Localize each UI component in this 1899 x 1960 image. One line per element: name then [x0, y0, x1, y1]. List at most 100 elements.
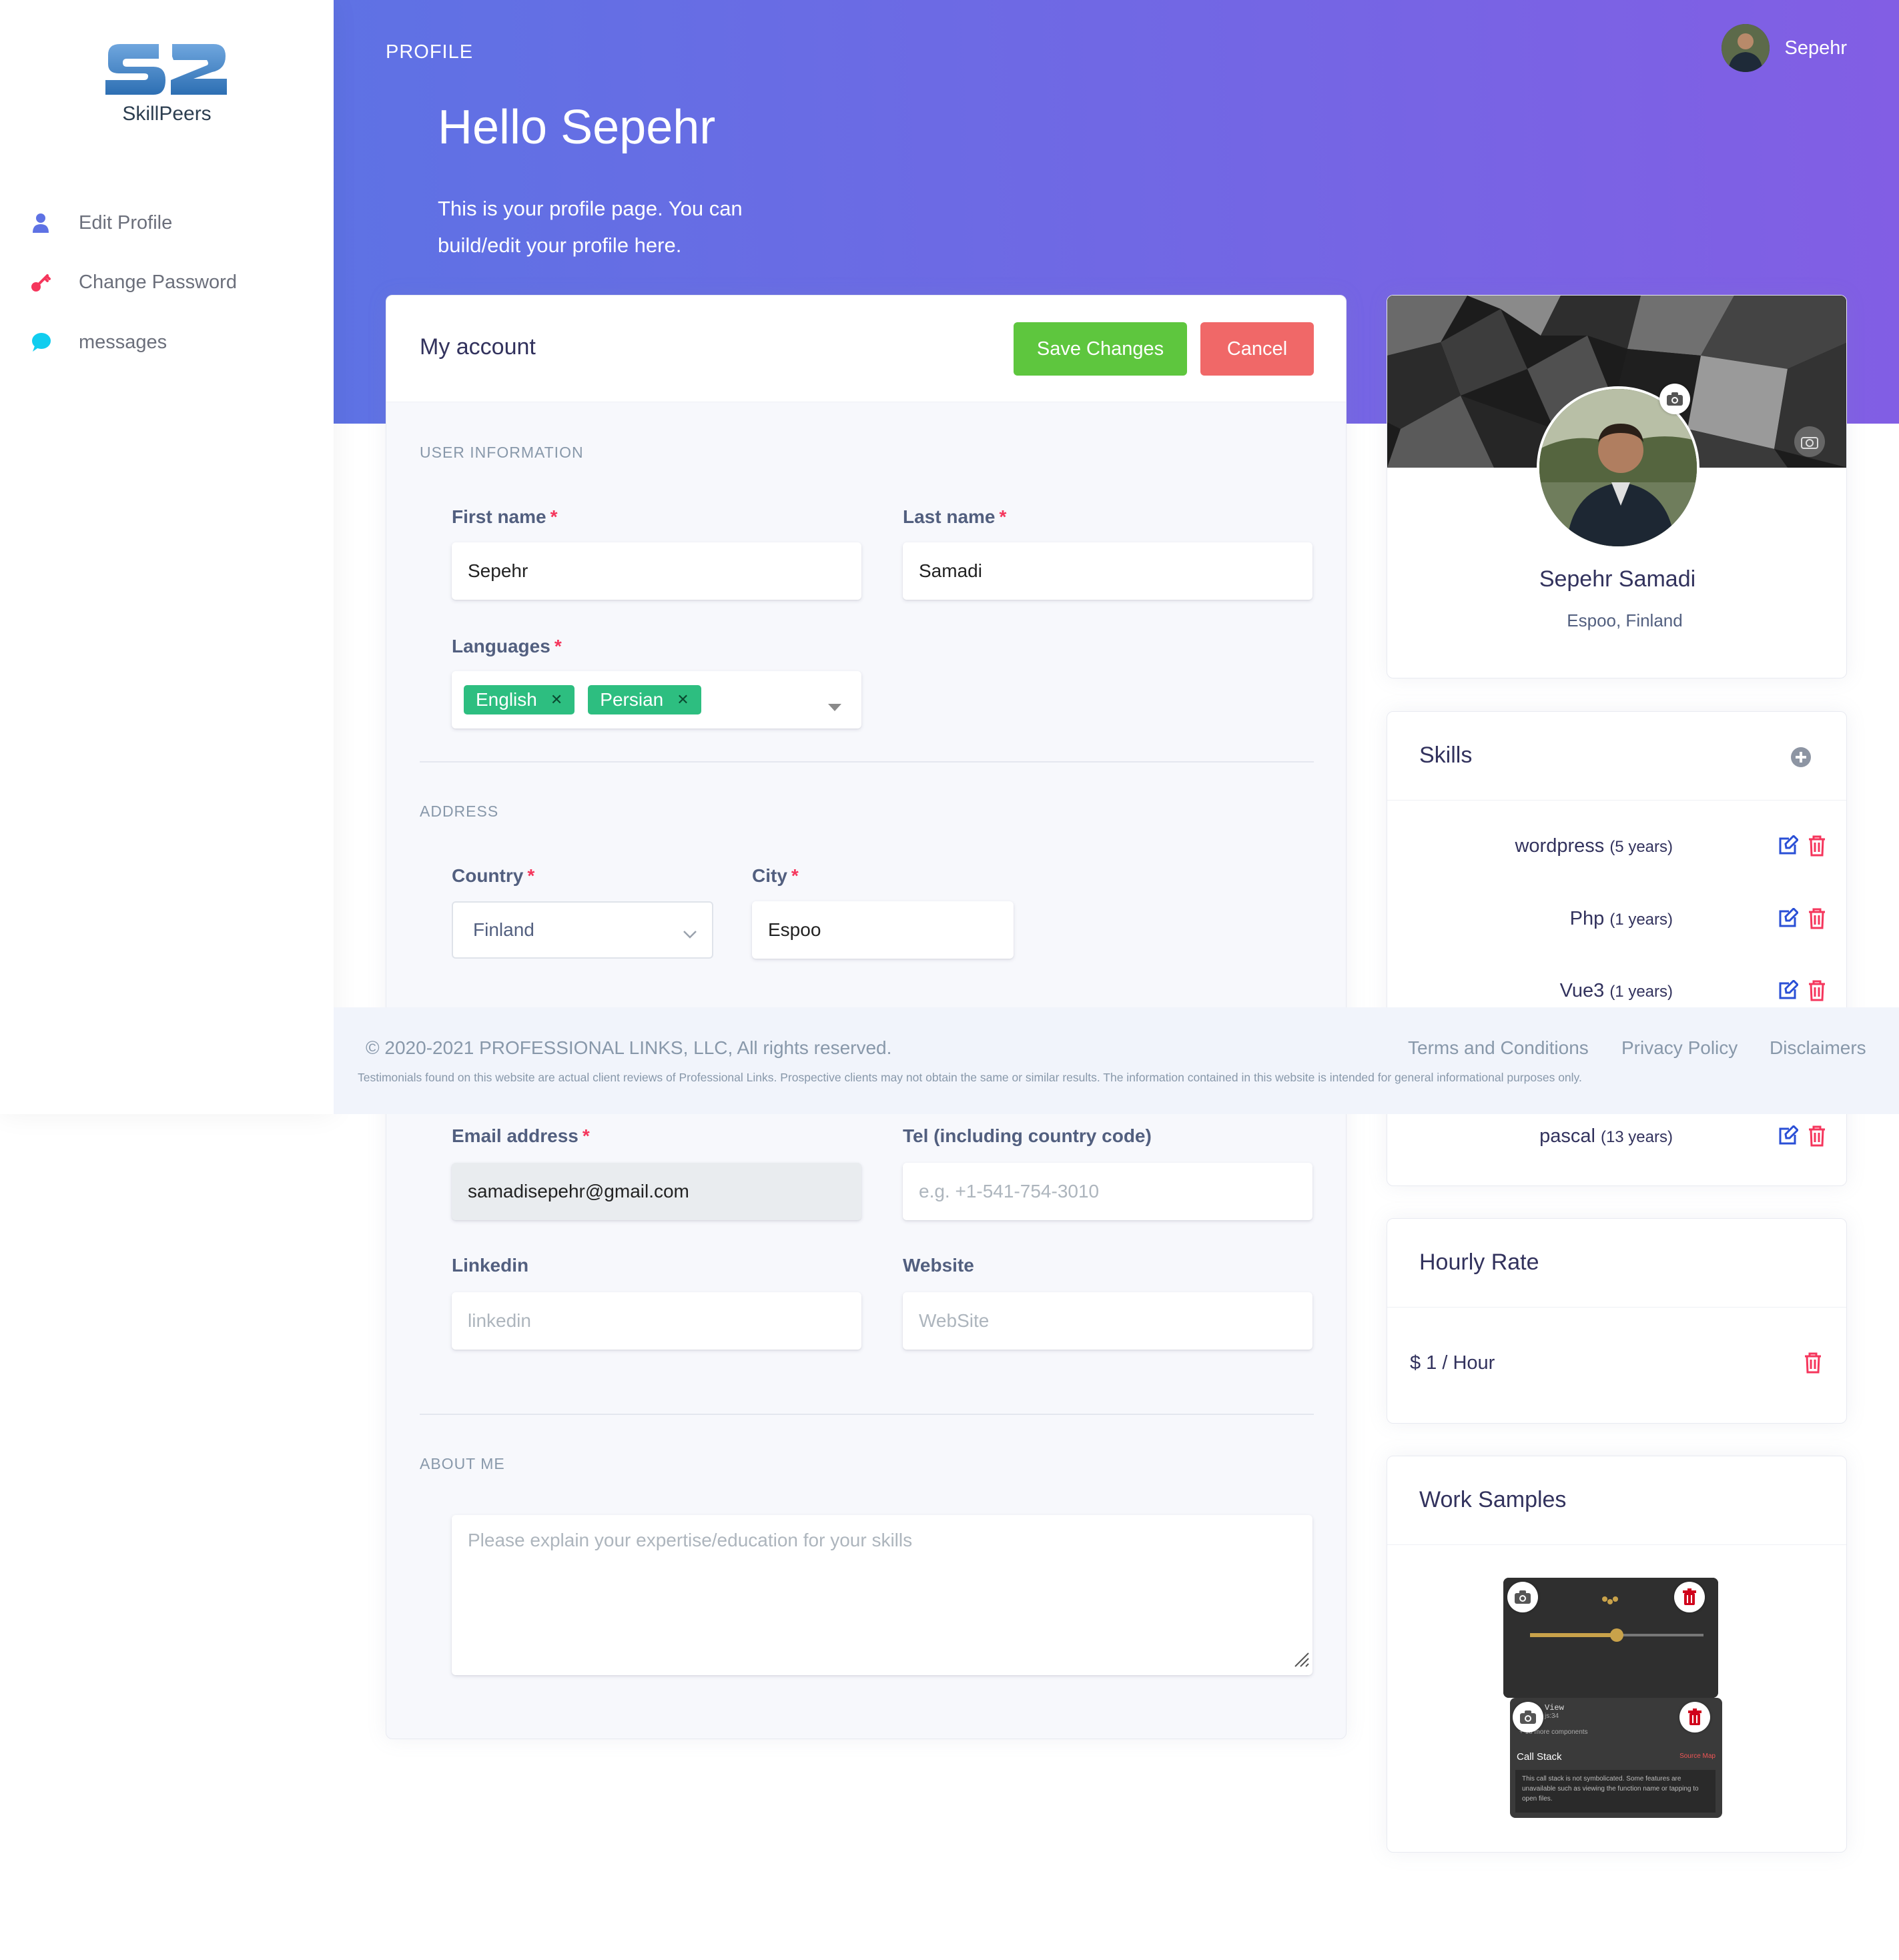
- skill-name: pascal (13 years): [1539, 1125, 1673, 1147]
- trash-icon[interactable]: [1679, 1702, 1710, 1733]
- remove-tag-icon[interactable]: ✕: [550, 691, 562, 708]
- edit-icon[interactable]: [1777, 834, 1800, 860]
- tel-field[interactable]: e.g. +1-541-754-3010: [903, 1163, 1312, 1220]
- city-label: City *: [752, 865, 799, 886]
- terms-link[interactable]: Terms and Conditions: [1408, 1037, 1589, 1059]
- first-name-field[interactable]: Sepehr: [452, 542, 861, 600]
- skill-row: pascal (13 years): [1387, 1119, 1846, 1159]
- linkedin-field[interactable]: linkedin: [452, 1292, 861, 1350]
- card-title: Work Samples: [1419, 1487, 1567, 1512]
- divider: [420, 1414, 1314, 1415]
- section-title-user-information: USER INFORMATION: [420, 444, 584, 461]
- camera-icon[interactable]: [1507, 1582, 1538, 1612]
- sidebar-item-edit-profile[interactable]: Edit Profile: [29, 203, 172, 243]
- card-header: Hourly Rate: [1387, 1219, 1846, 1308]
- key-icon: [29, 271, 52, 294]
- trash-icon[interactable]: [1808, 1125, 1826, 1150]
- sidebar-item-messages[interactable]: messages: [29, 322, 167, 362]
- card-header: Work Samples: [1387, 1456, 1846, 1545]
- hourly-rate-value: $ 1 / Hour: [1410, 1352, 1495, 1374]
- card-header: Skills: [1387, 712, 1846, 801]
- logo-text: SkillPeers: [122, 103, 211, 125]
- skills-card: Skills wordpress (5 years) Php (1 years)…: [1387, 711, 1847, 1186]
- country-select[interactable]: Finland: [452, 901, 713, 959]
- tel-label: Tel (including country code): [903, 1125, 1152, 1146]
- sidebar-item-label: messages: [79, 331, 167, 353]
- sidebar-item-label: Edit Profile: [79, 211, 173, 233]
- trash-icon[interactable]: [1808, 980, 1826, 1005]
- skill-row: Php (1 years): [1387, 901, 1846, 941]
- trash-icon[interactable]: [1808, 908, 1826, 933]
- email-label: Email address *: [452, 1125, 590, 1146]
- sample-text: Source Map: [1679, 1753, 1716, 1760]
- greeting-title: Hello Sepehr: [438, 101, 716, 154]
- footer: © 2020-2021 PROFESSIONAL LINKS, LLC, All…: [334, 1007, 1899, 1114]
- profile-name: Sepehr Samadi: [1539, 566, 1696, 592]
- sidebar-item-label: Change Password: [79, 271, 237, 293]
- card-title: My account: [420, 334, 536, 360]
- user-menu[interactable]: Sepehr: [1722, 24, 1847, 72]
- skill-name: Php (1 years): [1569, 908, 1673, 929]
- copyright-text: © 2020-2021 PROFESSIONAL LINKS, LLC, All…: [366, 1037, 892, 1058]
- section-title-about-me: ABOUT ME: [420, 1455, 505, 1472]
- website-field[interactable]: WebSite: [903, 1292, 1312, 1350]
- camera-icon[interactable]: [1794, 426, 1825, 457]
- email-field[interactable]: samadisepehr@gmail.com: [452, 1163, 861, 1220]
- user-name: Sepehr: [1784, 37, 1847, 59]
- section-title-address: ADDRESS: [420, 803, 499, 820]
- last-name-label: Last name *: [903, 506, 1007, 527]
- camera-icon[interactable]: [1513, 1702, 1543, 1733]
- skill-name: Vue3 (1 years): [1559, 980, 1673, 1001]
- disclaimers-link[interactable]: Disclaimers: [1770, 1037, 1866, 1059]
- edit-icon[interactable]: [1777, 907, 1800, 933]
- camera-icon[interactable]: [1659, 384, 1690, 414]
- hourly-rate-card: Hourly Rate $ 1 / Hour: [1387, 1218, 1847, 1424]
- save-changes-button[interactable]: Save Changes: [1014, 322, 1187, 376]
- remove-tag-icon[interactable]: ✕: [677, 691, 689, 708]
- sample-text: View: [1545, 1703, 1564, 1712]
- about-me-textarea[interactable]: Please explain your expertise/education …: [452, 1515, 1312, 1675]
- page-section-label[interactable]: PROFILE: [386, 41, 473, 63]
- sample-text: Call Stack: [1517, 1751, 1562, 1763]
- avatar: [1722, 24, 1770, 72]
- trash-icon[interactable]: [1808, 835, 1826, 860]
- dropdown-caret-icon[interactable]: [828, 695, 841, 716]
- skill-name: wordpress (5 years): [1515, 835, 1673, 857]
- first-name-label: First name *: [452, 506, 558, 527]
- cancel-button[interactable]: Cancel: [1200, 322, 1314, 376]
- website-label: Website: [903, 1255, 974, 1276]
- languages-multiselect[interactable]: English ✕ Persian ✕: [452, 671, 861, 728]
- language-tag: Persian ✕: [588, 685, 701, 714]
- sidebar-item-change-password[interactable]: Change Password: [29, 262, 237, 302]
- profile-summary-card: Sepehr Samadi Espoo, Finland: [1387, 295, 1847, 678]
- chat-bubble-icon: [29, 331, 52, 354]
- intro-text: This is your profile page. You can build…: [438, 197, 743, 257]
- sample-text: This call stack is not symbolicated. Som…: [1515, 1770, 1716, 1813]
- edit-icon[interactable]: [1777, 979, 1800, 1005]
- country-label: Country *: [452, 865, 535, 886]
- work-samples-card: Work Samples View js:34 + 18 more compon…: [1387, 1456, 1847, 1853]
- privacy-link[interactable]: Privacy Policy: [1621, 1037, 1738, 1059]
- trash-icon[interactable]: [1674, 1582, 1705, 1612]
- trash-icon[interactable]: [1804, 1352, 1822, 1377]
- city-field[interactable]: Espoo: [752, 901, 1014, 959]
- skill-row: wordpress (5 years): [1387, 829, 1846, 869]
- last-name-field[interactable]: Samadi: [903, 542, 1312, 600]
- user-icon: [29, 211, 52, 234]
- card-title: Hourly Rate: [1419, 1250, 1539, 1275]
- language-tag: English ✕: [464, 685, 575, 714]
- card-title: Skills: [1419, 743, 1473, 768]
- profile-location: Espoo, Finland: [1567, 610, 1683, 630]
- divider: [420, 761, 1314, 763]
- disclaimer-text: Testimonials found on this website are a…: [358, 1071, 1582, 1084]
- add-skill-icon[interactable]: [1790, 747, 1812, 771]
- card-header: My account Save Changes Cancel: [386, 296, 1346, 402]
- sidebar: SkillPeers Edit Profile Change Password …: [0, 0, 334, 1114]
- skillpeers-logo[interactable]: SkillPeers: [100, 41, 234, 128]
- resize-handle-icon[interactable]: [1292, 1650, 1310, 1672]
- sample-text: js:34: [1545, 1712, 1559, 1720]
- chevron-down-icon: [683, 923, 697, 944]
- languages-label: Languages *: [452, 636, 562, 656]
- linkedin-label: Linkedin: [452, 1255, 529, 1276]
- edit-icon[interactable]: [1777, 1124, 1800, 1150]
